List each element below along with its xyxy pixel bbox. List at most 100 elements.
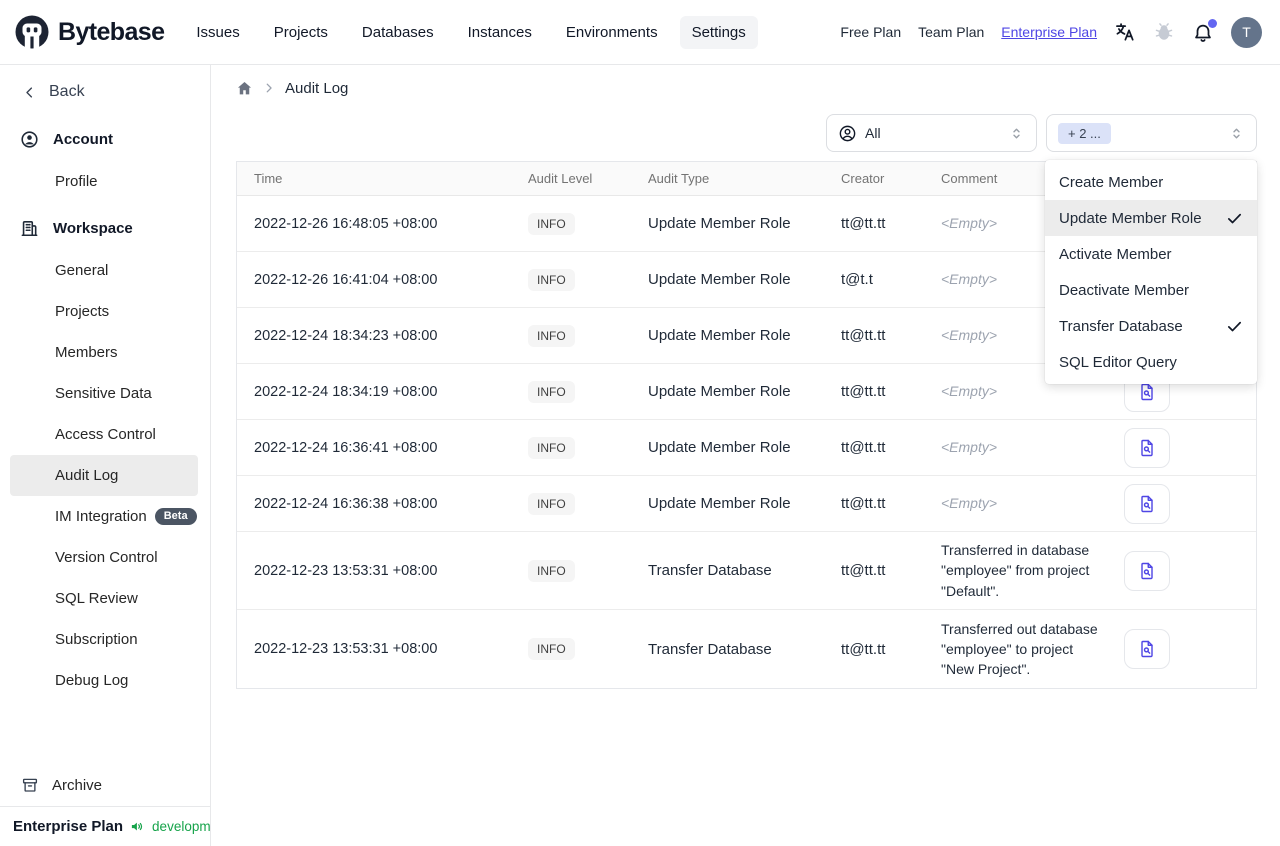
sidebar-section-title: Workspace (53, 220, 133, 237)
notification-dot (1208, 19, 1217, 28)
back-label: Back (49, 83, 85, 100)
cell-actions (1107, 550, 1256, 591)
sidebar-item-sensitive-data[interactable]: Sensitive Data (10, 373, 198, 414)
cell-type: Update Member Role (648, 271, 791, 288)
info-badge: INFO (528, 268, 575, 291)
sidebar-item-label: Version Control (55, 549, 158, 566)
chevron-right-icon (266, 83, 272, 93)
sidebar-item-label: Debug Log (55, 672, 129, 689)
nav-link-issues[interactable]: Issues (184, 16, 251, 49)
chevron-left-icon (26, 86, 33, 98)
team-plan-link[interactable]: Team Plan (918, 24, 984, 40)
user-circle-icon (839, 125, 856, 141)
nav-link-projects[interactable]: Projects (262, 16, 340, 49)
cell-creator: tt@tt.tt (841, 495, 886, 512)
sidebar-item-debug-log[interactable]: Debug Log (10, 660, 198, 701)
brand-name: Bytebase (58, 17, 165, 46)
cell-time: 2022-12-26 16:48:05 +08:00 (254, 215, 438, 232)
file-search-icon (1141, 383, 1153, 400)
info-badge: INFO (528, 436, 575, 459)
creator-filter-select[interactable]: All (826, 114, 1037, 152)
sidebar-item-label: Sensitive Data (55, 385, 152, 402)
sidebar-item-profile[interactable]: Profile (10, 161, 198, 202)
sidebar-item-label: Projects (55, 303, 110, 320)
sidebar-item-subscription[interactable]: Subscription (10, 619, 198, 660)
info-badge: INFO (528, 212, 575, 235)
cell-time: 2022-12-24 16:36:41 +08:00 (254, 439, 438, 456)
file-search-icon (1141, 640, 1153, 658)
cell-time: 2022-12-23 13:53:31 +08:00 (254, 562, 438, 579)
menu-item-activate-member[interactable]: Activate Member (1045, 236, 1257, 272)
cell-level: INFO (511, 380, 631, 403)
view-detail-button[interactable] (1124, 483, 1170, 524)
nav-link-databases[interactable]: Databases (350, 16, 446, 49)
back-button[interactable]: Back (0, 65, 210, 113)
cell-level: INFO (511, 212, 631, 235)
table-row: 2022-12-24 16:36:41 +08:00 INFO Update M… (237, 420, 1256, 476)
nav-link-settings[interactable]: Settings (679, 15, 758, 49)
sidebar-item-access-control[interactable]: Access Control (10, 414, 198, 455)
sidebar-item-im-integration[interactable]: IM Integration Beta (10, 496, 198, 537)
sidebar-item-audit-log[interactable]: Audit Log (10, 455, 198, 496)
menu-item-label: Transfer Database (1059, 317, 1183, 335)
menu-item-sql-editor-query[interactable]: SQL Editor Query (1045, 344, 1257, 380)
menu-item-label: Update Member Role (1059, 209, 1202, 227)
table-row: 2022-12-24 16:36:38 +08:00 INFO Update M… (237, 476, 1256, 532)
menu-item-transfer-database[interactable]: Transfer Database (1045, 308, 1257, 344)
cell-type: Transfer Database (648, 562, 772, 579)
nav-link-instances[interactable]: Instances (456, 16, 544, 49)
menu-item-label: Create Member (1059, 173, 1164, 191)
sidebar-item-version-control[interactable]: Version Control (10, 537, 198, 578)
cell-type: Update Member Role (648, 439, 791, 456)
enterprise-plan-link[interactable]: Enterprise Plan (1001, 24, 1097, 40)
view-detail-button[interactable] (1124, 427, 1170, 468)
menu-item-update-member-role[interactable]: Update Member Role (1045, 200, 1257, 236)
menu-item-label: Deactivate Member (1059, 281, 1190, 299)
cell-actions (1107, 483, 1256, 524)
sidebar-item-label: Members (55, 344, 118, 361)
sidebar-item-projects[interactable]: Projects (10, 291, 198, 332)
bug-report-icon[interactable] (1153, 21, 1175, 43)
cell-actions (1107, 427, 1256, 468)
audit-type-filter-select[interactable]: + 2 ... (1046, 114, 1257, 152)
file-search-icon (1141, 439, 1153, 456)
cell-type: Transfer Database (648, 640, 772, 658)
cell-level: INFO (511, 436, 631, 459)
nav-link-environments[interactable]: Environments (554, 16, 670, 49)
cell-time: 2022-12-26 16:41:04 +08:00 (254, 271, 438, 288)
cell-time: 2022-12-23 13:53:31 +08:00 (254, 641, 438, 657)
view-detail-button[interactable] (1124, 550, 1170, 591)
avatar[interactable]: T (1231, 16, 1262, 48)
cell-creator: tt@tt.tt (841, 215, 886, 232)
menu-item-deactivate-member[interactable]: Deactivate Member (1045, 272, 1257, 308)
bytebase-logo[interactable]: Bytebase (14, 14, 165, 50)
settings-sidebar: Back Account Profile Workspace General P… (0, 65, 229, 846)
home-icon[interactable] (236, 80, 253, 97)
translate-icon[interactable] (1114, 21, 1136, 43)
menu-item-create-member[interactable]: Create Member (1045, 164, 1257, 200)
cell-creator: t@t.t (841, 271, 873, 288)
column-header-audit-level: Audit Level (528, 171, 593, 186)
sidebar-section-workspace: Workspace (0, 207, 210, 250)
sidebar-item-archive[interactable]: Archive (0, 764, 210, 806)
sidebar-item-members[interactable]: Members (10, 332, 198, 373)
sidebar-item-sql-review[interactable]: SQL Review (10, 578, 198, 619)
sidebar-item-general[interactable]: General (10, 250, 198, 291)
archive-label: Archive (52, 776, 103, 794)
view-detail-button[interactable] (1124, 629, 1170, 669)
navbar-right: Free Plan Team Plan Enterprise Plan T (840, 16, 1262, 48)
sidebar-item-label: Subscription (55, 631, 138, 648)
free-plan-link[interactable]: Free Plan (840, 24, 901, 40)
sidebar-footer: Enterprise Plan development (0, 806, 229, 846)
sidebar-section-account: Account (0, 118, 210, 161)
audit-type-filter-tag: + 2 ... (1058, 122, 1111, 144)
top-navbar: Bytebase Issues Projects Databases Instance… (0, 0, 1280, 65)
bytebase-logo-icon (15, 15, 49, 49)
cell-creator: tt@tt.tt (841, 562, 886, 579)
cell-comment: Transferred in database "employee" from … (941, 542, 1090, 599)
cell-comment: <Empty> (941, 495, 998, 512)
column-header-time: Time (254, 171, 283, 186)
speaker-icon[interactable] (130, 819, 145, 834)
column-header-creator: Creator (841, 171, 885, 186)
notification-bell-icon[interactable] (1192, 19, 1217, 43)
